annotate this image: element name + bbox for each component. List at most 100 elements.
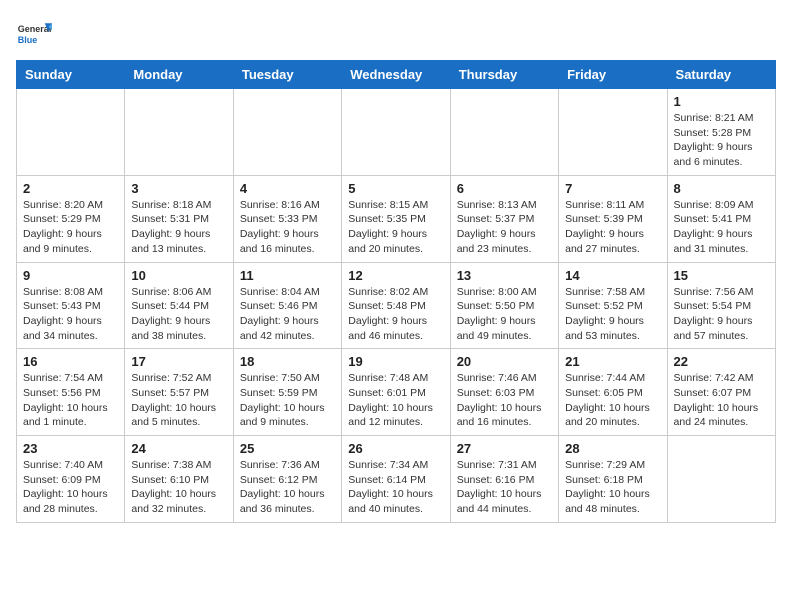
day-number: 16 bbox=[23, 354, 118, 369]
weekday-header-tuesday: Tuesday bbox=[233, 61, 341, 89]
calendar-cell: 26 Sunrise: 7:34 AM Sunset: 6:14 PM Dayli… bbox=[342, 436, 450, 523]
day-number: 17 bbox=[131, 354, 226, 369]
calendar-cell: 28 Sunrise: 7:29 AM Sunset: 6:18 PM Dayli… bbox=[559, 436, 667, 523]
day-info: Sunrise: 7:46 AM Sunset: 6:03 PM Dayligh… bbox=[457, 371, 552, 430]
calendar-cell: 8 Sunrise: 8:09 AM Sunset: 5:41 PM Daylig… bbox=[667, 175, 775, 262]
calendar-cell: 23 Sunrise: 7:40 AM Sunset: 6:09 PM Dayli… bbox=[17, 436, 125, 523]
calendar-cell: 1 Sunrise: 8:21 AM Sunset: 5:28 PM Daylig… bbox=[667, 89, 775, 176]
day-number: 4 bbox=[240, 181, 335, 196]
day-number: 20 bbox=[457, 354, 552, 369]
day-info: Sunrise: 8:13 AM Sunset: 5:37 PM Dayligh… bbox=[457, 198, 552, 257]
day-info: Sunrise: 8:04 AM Sunset: 5:46 PM Dayligh… bbox=[240, 285, 335, 344]
calendar-cell: 19 Sunrise: 7:48 AM Sunset: 6:01 PM Dayli… bbox=[342, 349, 450, 436]
calendar-cell: 27 Sunrise: 7:31 AM Sunset: 6:16 PM Dayli… bbox=[450, 436, 558, 523]
day-info: Sunrise: 8:15 AM Sunset: 5:35 PM Dayligh… bbox=[348, 198, 443, 257]
calendar-week-4: 16 Sunrise: 7:54 AM Sunset: 5:56 PM Dayli… bbox=[17, 349, 776, 436]
day-info: Sunrise: 8:11 AM Sunset: 5:39 PM Dayligh… bbox=[565, 198, 660, 257]
calendar-cell bbox=[450, 89, 558, 176]
calendar-cell: 24Sunrise: 7:38 AM Sunset: 6:10 PM Dayli… bbox=[125, 436, 233, 523]
day-info: Sunrise: 7:29 AM Sunset: 6:18 PM Dayligh… bbox=[565, 458, 660, 517]
calendar-week-2: 2 Sunrise: 8:20 AM Sunset: 5:29 PM Daylig… bbox=[17, 175, 776, 262]
calendar-cell bbox=[559, 89, 667, 176]
logo-icon: General Blue bbox=[16, 16, 52, 52]
day-info: Sunrise: 7:56 AM Sunset: 5:54 PM Dayligh… bbox=[674, 285, 769, 344]
calendar-cell: 22 Sunrise: 7:42 AM Sunset: 6:07 PM Dayli… bbox=[667, 349, 775, 436]
calendar-table: SundayMondayTuesdayWednesdayThursdayFrid… bbox=[16, 60, 776, 523]
day-info: Sunrise: 8:09 AM Sunset: 5:41 PM Dayligh… bbox=[674, 198, 769, 257]
weekday-header-saturday: Saturday bbox=[667, 61, 775, 89]
day-info: Sunrise: 7:34 AM Sunset: 6:14 PM Dayligh… bbox=[348, 458, 443, 517]
weekday-header-monday: Monday bbox=[125, 61, 233, 89]
day-info: Sunrise: 7:40 AM Sunset: 6:09 PM Dayligh… bbox=[23, 458, 118, 517]
day-number: 27 bbox=[457, 441, 552, 456]
day-number: 26 bbox=[348, 441, 443, 456]
day-number: 18 bbox=[240, 354, 335, 369]
calendar-cell bbox=[17, 89, 125, 176]
calendar-cell: 4Sunrise: 8:16 AM Sunset: 5:33 PM Daylig… bbox=[233, 175, 341, 262]
calendar-cell: 12 Sunrise: 8:02 AM Sunset: 5:48 PM Dayli… bbox=[342, 262, 450, 349]
calendar-cell: 15 Sunrise: 7:56 AM Sunset: 5:54 PM Dayli… bbox=[667, 262, 775, 349]
calendar-cell: 3 Sunrise: 8:18 AM Sunset: 5:31 PM Daylig… bbox=[125, 175, 233, 262]
day-number: 21 bbox=[565, 354, 660, 369]
calendar-week-5: 23 Sunrise: 7:40 AM Sunset: 6:09 PM Dayli… bbox=[17, 436, 776, 523]
calendar-cell: 14 Sunrise: 7:58 AM Sunset: 5:52 PM Dayli… bbox=[559, 262, 667, 349]
day-number: 12 bbox=[348, 268, 443, 283]
day-info: Sunrise: 8:00 AM Sunset: 5:50 PM Dayligh… bbox=[457, 285, 552, 344]
day-info: Sunrise: 8:21 AM Sunset: 5:28 PM Dayligh… bbox=[674, 111, 769, 170]
day-number: 6 bbox=[457, 181, 552, 196]
day-number: 13 bbox=[457, 268, 552, 283]
day-number: 8 bbox=[674, 181, 769, 196]
day-info: Sunrise: 8:20 AM Sunset: 5:29 PM Dayligh… bbox=[23, 198, 118, 257]
weekday-header-thursday: Thursday bbox=[450, 61, 558, 89]
day-number: 14 bbox=[565, 268, 660, 283]
day-info: Sunrise: 7:36 AM Sunset: 6:12 PM Dayligh… bbox=[240, 458, 335, 517]
calendar-cell: 2 Sunrise: 8:20 AM Sunset: 5:29 PM Daylig… bbox=[17, 175, 125, 262]
calendar-cell bbox=[125, 89, 233, 176]
day-number: 15 bbox=[674, 268, 769, 283]
day-info: Sunrise: 7:31 AM Sunset: 6:16 PM Dayligh… bbox=[457, 458, 552, 517]
day-number: 28 bbox=[565, 441, 660, 456]
calendar-cell bbox=[233, 89, 341, 176]
weekday-header-sunday: Sunday bbox=[17, 61, 125, 89]
day-info: Sunrise: 7:58 AM Sunset: 5:52 PM Dayligh… bbox=[565, 285, 660, 344]
calendar-cell: 17 Sunrise: 7:52 AM Sunset: 5:57 PM Dayli… bbox=[125, 349, 233, 436]
page-header: General Blue bbox=[16, 16, 776, 52]
day-number: 11 bbox=[240, 268, 335, 283]
day-info: Sunrise: 8:02 AM Sunset: 5:48 PM Dayligh… bbox=[348, 285, 443, 344]
day-info: Sunrise: 7:50 AM Sunset: 5:59 PM Dayligh… bbox=[240, 371, 335, 430]
calendar-cell: 25 Sunrise: 7:36 AM Sunset: 6:12 PM Dayli… bbox=[233, 436, 341, 523]
calendar-week-1: 1 Sunrise: 8:21 AM Sunset: 5:28 PM Daylig… bbox=[17, 89, 776, 176]
svg-text:Blue: Blue bbox=[18, 35, 38, 45]
calendar-cell: 5Sunrise: 8:15 AM Sunset: 5:35 PM Daylig… bbox=[342, 175, 450, 262]
day-info: Sunrise: 7:42 AM Sunset: 6:07 PM Dayligh… bbox=[674, 371, 769, 430]
calendar-week-3: 9 Sunrise: 8:08 AM Sunset: 5:43 PM Daylig… bbox=[17, 262, 776, 349]
calendar-cell: 10Sunrise: 8:06 AM Sunset: 5:44 PM Dayli… bbox=[125, 262, 233, 349]
day-number: 1 bbox=[674, 94, 769, 109]
weekday-header-wednesday: Wednesday bbox=[342, 61, 450, 89]
day-number: 19 bbox=[348, 354, 443, 369]
day-info: Sunrise: 7:48 AM Sunset: 6:01 PM Dayligh… bbox=[348, 371, 443, 430]
calendar-cell: 13 Sunrise: 8:00 AM Sunset: 5:50 PM Dayli… bbox=[450, 262, 558, 349]
day-number: 7 bbox=[565, 181, 660, 196]
day-info: Sunrise: 7:52 AM Sunset: 5:57 PM Dayligh… bbox=[131, 371, 226, 430]
day-number: 25 bbox=[240, 441, 335, 456]
calendar-cell: 21 Sunrise: 7:44 AM Sunset: 6:05 PM Dayli… bbox=[559, 349, 667, 436]
calendar-cell: 11 Sunrise: 8:04 AM Sunset: 5:46 PM Dayli… bbox=[233, 262, 341, 349]
calendar-cell: 18 Sunrise: 7:50 AM Sunset: 5:59 PM Dayli… bbox=[233, 349, 341, 436]
day-number: 9 bbox=[23, 268, 118, 283]
day-number: 22 bbox=[674, 354, 769, 369]
day-number: 23 bbox=[23, 441, 118, 456]
day-number: 24 bbox=[131, 441, 226, 456]
day-number: 2 bbox=[23, 181, 118, 196]
calendar-cell bbox=[342, 89, 450, 176]
day-info: Sunrise: 7:44 AM Sunset: 6:05 PM Dayligh… bbox=[565, 371, 660, 430]
day-info: Sunrise: 8:08 AM Sunset: 5:43 PM Dayligh… bbox=[23, 285, 118, 344]
day-number: 3 bbox=[131, 181, 226, 196]
calendar-cell bbox=[667, 436, 775, 523]
calendar-cell: 7 Sunrise: 8:11 AM Sunset: 5:39 PM Daylig… bbox=[559, 175, 667, 262]
calendar-cell: 20 Sunrise: 7:46 AM Sunset: 6:03 PM Dayli… bbox=[450, 349, 558, 436]
calendar-cell: 6 Sunrise: 8:13 AM Sunset: 5:37 PM Daylig… bbox=[450, 175, 558, 262]
day-info: Sunrise: 7:54 AM Sunset: 5:56 PM Dayligh… bbox=[23, 371, 118, 430]
day-number: 10 bbox=[131, 268, 226, 283]
day-info: Sunrise: 8:18 AM Sunset: 5:31 PM Dayligh… bbox=[131, 198, 226, 257]
